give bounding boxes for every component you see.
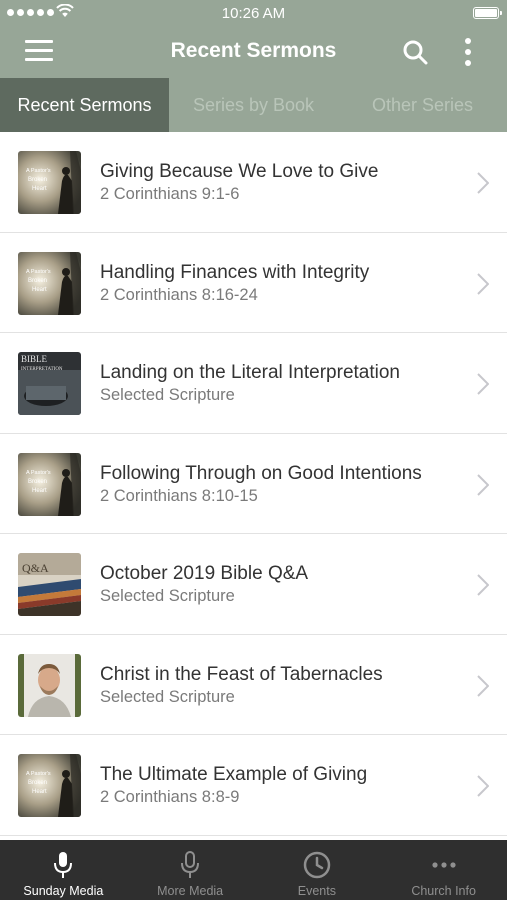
sermon-thumbnail: A Pastor's Broken Heart: [18, 251, 81, 315]
sermon-thumbnail: BIBLE INTERPRETATION: [18, 352, 81, 415]
thumbnail-text: A Pastor's: [26, 771, 51, 777]
sermon-title: October 2019 Bible Q&A: [100, 563, 309, 584]
thumbnail-text: A Pastor's: [26, 269, 51, 275]
tab-label: Other Series: [371, 94, 474, 115]
chevron-right-icon: [477, 775, 489, 797]
sermon-title: Landing on the Literal Interpretation: [100, 362, 400, 383]
sermon-thumbnail: Q&A: [18, 553, 81, 616]
thumbnail-text: Broken: [28, 278, 47, 284]
tab-label: Events: [297, 884, 336, 898]
chevron-right-icon: [477, 373, 489, 395]
microphone-icon: [54, 852, 73, 878]
sermon-row[interactable]: BIBLE INTERPRETATION Landing on the Lite…: [0, 333, 507, 434]
sermon-row[interactable]: A Pastor's Broken Heart Handling Finance…: [0, 233, 507, 333]
thumbnail-text: Heart: [32, 488, 47, 494]
clock-icon: [303, 851, 331, 879]
thumbnail-text: BIBLE: [21, 354, 48, 364]
tab-events[interactable]: Events: [254, 840, 381, 900]
sermon-reference: 2 Corinthians 9:1-6: [100, 185, 240, 203]
sermon-thumbnail: A Pastor's Broken Heart: [18, 452, 81, 516]
sermon-reference: 2 Corinthians 8:8-9: [100, 788, 240, 806]
sermon-title: Handling Finances with Integrity: [100, 261, 370, 283]
search-icon[interactable]: [402, 39, 428, 65]
chevron-right-icon: [477, 674, 489, 697]
tab-recent-sermons[interactable]: Recent Sermons: [0, 78, 169, 132]
tab-church-info[interactable]: Church Info: [380, 840, 507, 900]
app-header: 10:26 AM Recent Sermons: [0, 0, 507, 78]
thumbnail-text: Heart: [32, 287, 47, 293]
sermon-row[interactable]: Q&A October 2019 Bible Q&A Selected Scri…: [0, 534, 507, 635]
ellipsis-icon: [432, 862, 456, 868]
status-bar: 10:26 AM: [0, 0, 507, 26]
sermon-thumbnail: A Pastor's Broken Heart: [18, 151, 81, 214]
sermon-reference: Selected Scripture: [100, 587, 235, 605]
nav-bar: Recent Sermons: [0, 26, 507, 78]
battery-icon: [473, 7, 502, 19]
status-time: 10:26 AM: [221, 5, 286, 22]
thumbnail-text: A Pastor's: [26, 470, 51, 476]
thumbnail-text: Heart: [32, 186, 47, 192]
sermon-list: A Pastor's Broken Heart Giving Because W…: [0, 132, 507, 840]
sermon-thumbnail: [18, 653, 81, 717]
microphone-icon: [181, 851, 200, 878]
sermon-thumbnail: A Pastor's Broken Heart: [18, 754, 81, 817]
thumbnail-text: A Pastor's: [26, 168, 51, 174]
sermon-reference: 2 Corinthians 8:10-15: [100, 486, 258, 505]
tab-series-by-book[interactable]: Series by Book: [169, 78, 338, 132]
chevron-right-icon: [477, 473, 489, 496]
sermon-reference: 2 Corinthians 8:16-24: [100, 285, 258, 304]
tab-more-media[interactable]: More Media: [127, 840, 254, 900]
tab-label: More Media: [157, 884, 224, 898]
thumbnail-text: INTERPRETATION: [21, 367, 63, 372]
thumbnail-text: Broken: [28, 479, 47, 485]
chevron-right-icon: [477, 172, 489, 194]
sermon-title: Giving Because We Love to Give: [100, 161, 379, 182]
page-title: Recent Sermons: [170, 39, 337, 62]
sermon-row[interactable]: A Pastor's Broken Heart The Ultimate Exa…: [0, 735, 507, 836]
thumbnail-text: Broken: [28, 177, 47, 183]
sermon-reference: Selected Scripture: [100, 386, 235, 404]
thumbnail-text: Q&A: [22, 561, 49, 575]
sermon-title: Christ in the Feast of Tabernacles: [100, 663, 383, 685]
sermon-row[interactable]: A Pastor's Broken Heart Giving Because W…: [0, 132, 507, 233]
vertical-ellipsis-icon[interactable]: [461, 38, 475, 66]
sermon-title: Following Through on Good Intentions: [100, 462, 422, 484]
tab-label: Sunday Media: [23, 884, 104, 898]
tab-other-series[interactable]: Other Series: [338, 78, 507, 132]
tab-label: Series by Book: [192, 94, 315, 115]
sermon-reference: Selected Scripture: [100, 687, 235, 706]
thumbnail-text: Heart: [32, 789, 47, 795]
thumbnail-text: Broken: [28, 780, 47, 786]
bottom-tab-bar: Sunday Media More Media Events Church In…: [0, 840, 507, 900]
tab-label: Church Info: [411, 884, 476, 898]
tab-label: Recent Sermons: [17, 94, 152, 115]
chevron-right-icon: [477, 574, 489, 596]
segment-tabs: Recent Sermons Series by Book Other Seri…: [0, 78, 507, 132]
sermon-title: The Ultimate Example of Giving: [100, 764, 368, 785]
chevron-right-icon: [477, 272, 489, 295]
sermon-row[interactable]: Christ in the Feast of Tabernacles Selec…: [0, 635, 507, 735]
tab-sunday-media[interactable]: Sunday Media: [0, 840, 127, 900]
sermon-row[interactable]: A Pastor's Broken Heart Following Throug…: [0, 434, 507, 534]
